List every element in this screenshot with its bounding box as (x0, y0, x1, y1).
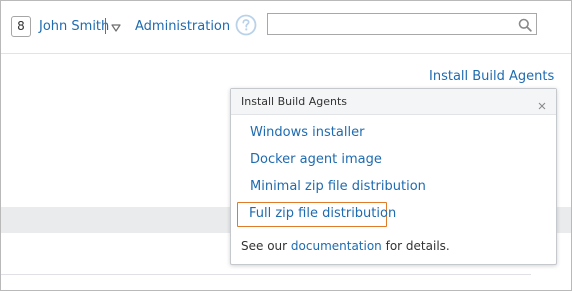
install-agents-popup: Install Build Agents Windows installer D… (230, 88, 557, 265)
chevron-down-icon[interactable] (110, 20, 122, 34)
search-icon[interactable] (518, 17, 532, 32)
content-divider (1, 274, 531, 275)
close-icon[interactable] (537, 96, 547, 110)
user-name-link[interactable]: John Smith (39, 18, 109, 35)
top-header: 8 John Smith Administration (1, 1, 571, 54)
footer-suffix: for details. (381, 239, 450, 253)
popup-footer: See our documentation for details. (241, 238, 450, 254)
user-menu-divider (105, 18, 106, 34)
docker-agent-image-link[interactable]: Docker agent image (250, 151, 382, 168)
administration-link[interactable]: Administration (135, 18, 230, 35)
help-icon[interactable] (235, 14, 257, 36)
minimal-zip-link[interactable]: Minimal zip file distribution (250, 178, 426, 195)
documentation-link[interactable]: documentation (291, 239, 382, 253)
search-field[interactable] (267, 13, 537, 35)
app-window: 8 John Smith Administration Install Buil… (0, 0, 572, 291)
install-build-agents-link[interactable]: Install Build Agents (429, 68, 554, 85)
search-input[interactable] (272, 16, 512, 32)
full-zip-link[interactable]: Full zip file distribution (249, 205, 396, 222)
windows-installer-link[interactable]: Windows installer (250, 124, 364, 141)
popup-header: Install Build Agents (231, 89, 556, 115)
count-badge[interactable]: 8 (11, 16, 31, 37)
popup-title: Install Build Agents (241, 95, 348, 108)
footer-prefix: See our (241, 239, 291, 253)
